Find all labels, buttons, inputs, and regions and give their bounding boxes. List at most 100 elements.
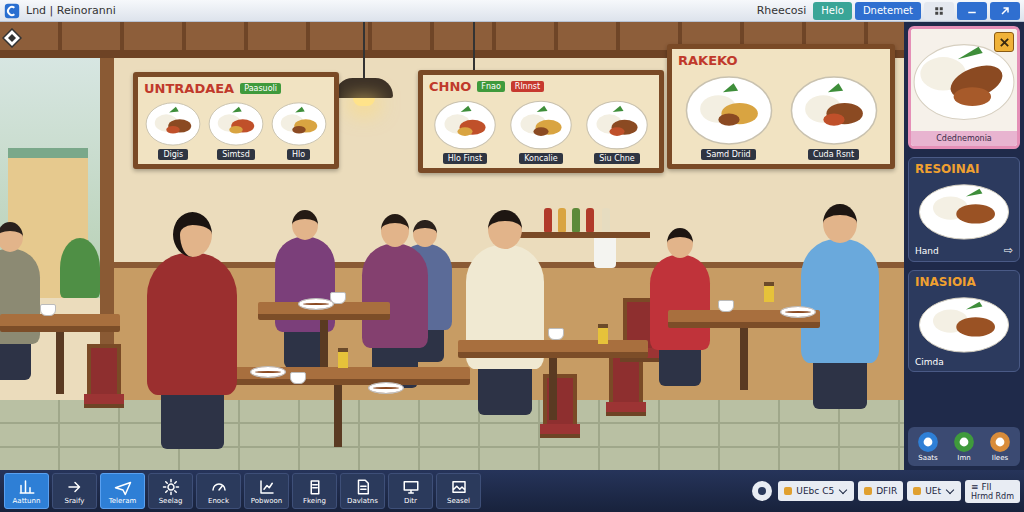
menu-tag: Fnao (477, 81, 504, 92)
tool-icon (114, 478, 132, 496)
tool-label: Teleram (109, 497, 137, 505)
menu-dish[interactable]: Samd Driid (683, 71, 775, 160)
tool-icon (18, 478, 36, 496)
tool-button[interactable]: Seelag (148, 473, 193, 509)
featured-caption: Cdednemonia (911, 131, 1017, 146)
action-button[interactable]: Ilees (989, 431, 1011, 462)
chair (84, 344, 124, 408)
menu-dish[interactable]: Simtsd (207, 99, 265, 160)
tool-button[interactable]: Pobwoon (244, 473, 289, 509)
dish-icon (914, 179, 1014, 241)
dish-card-caption: Hand (915, 246, 939, 256)
dish-icon (683, 71, 775, 147)
diner[interactable] (801, 204, 879, 409)
dish-card[interactable]: RESOINAI Hand ⇨ (908, 157, 1020, 262)
status-label: UEbc C5 (796, 486, 834, 496)
side-panel: Cdednemonia RESOINAI Hand ⇨ INASIOIA Cimda Saa… (904, 22, 1024, 470)
table-item (338, 348, 348, 368)
top-button[interactable]: Dnetemet (855, 2, 921, 20)
tool-label: Sraify (64, 497, 84, 505)
floor (0, 400, 904, 470)
tool-button[interactable]: Davlatns (340, 473, 385, 509)
action-icon (917, 431, 939, 453)
dish-caption: Koncalie (519, 153, 562, 164)
menu-dish[interactable]: Hlo Finst (432, 97, 498, 164)
table[interactable] (205, 367, 470, 447)
tool-button[interactable]: Fkeing (292, 473, 337, 509)
action-button[interactable]: Imn (953, 431, 975, 462)
featured-card[interactable]: Cdednemonia (908, 26, 1020, 149)
tool-label: Aattunn (13, 497, 41, 505)
tool-label: Fkeing (303, 497, 326, 505)
menu-dish[interactable]: Cuda Rsnt (788, 71, 880, 160)
towel (594, 238, 616, 268)
dish-caption: Samd Driid (701, 149, 755, 160)
diner[interactable] (650, 228, 710, 386)
dish-card-title: INASIOIA (915, 275, 1013, 289)
tool-button[interactable]: Aattunn (4, 473, 49, 509)
tool-button[interactable]: Sraify (52, 473, 97, 509)
status-item[interactable]: ≡ FllHrmd Rdm (965, 480, 1020, 503)
menu-board[interactable]: RAKEKOSamd DriidCuda Rsnt (667, 44, 895, 169)
action-label: Imn (957, 454, 970, 462)
table[interactable] (458, 340, 648, 420)
table-item (40, 304, 56, 316)
menu-dish[interactable]: Digis (144, 99, 202, 160)
chair (540, 374, 580, 438)
dish-icon (207, 99, 265, 147)
dish-card-title: RESOINAI (915, 162, 1013, 176)
action-label: Ilees (992, 454, 1008, 462)
settings-icon[interactable] (750, 479, 774, 503)
grid-icon (933, 5, 945, 17)
table[interactable] (668, 310, 820, 390)
close-icon (999, 37, 1010, 48)
menu-dish[interactable]: Hlo (270, 99, 328, 160)
tool-label: Davlatns (347, 497, 378, 505)
table-item (548, 328, 564, 340)
dish-icon (144, 99, 202, 147)
minimize-button[interactable] (957, 2, 987, 20)
grid-button[interactable] (924, 2, 954, 20)
dish-card-action[interactable]: ⇨ (1004, 244, 1013, 257)
status-item[interactable]: DFIR (858, 481, 903, 501)
menu-dish[interactable]: Koncalie (508, 97, 574, 164)
status-sub: Hrmd Rdm (971, 492, 1014, 501)
top-button[interactable]: Helo (813, 2, 852, 20)
restaurant-scene[interactable]: UNTRADAEAPaasuoliDigisSimtsdHloCHNOFnaoR… (0, 22, 904, 470)
menu-board[interactable]: UNTRADAEAPaasuoliDigisSimtsdHlo (133, 72, 339, 169)
tool-button[interactable]: Enock (196, 473, 241, 509)
action-row: Saats Imn Ilees (908, 427, 1020, 466)
menu-dish[interactable]: Siu Chne (584, 97, 650, 164)
tool-label: Seasel (447, 497, 470, 505)
action-button[interactable]: Saats (917, 431, 939, 462)
minimize-icon (966, 5, 978, 17)
menu-board[interactable]: CHNOFnaoRlnnstHlo FinstKoncalieSiu Chne (418, 70, 664, 173)
status-label: DFIR (876, 486, 897, 496)
diner[interactable] (147, 212, 237, 449)
dish-card[interactable]: INASIOIA Cimda (908, 270, 1020, 372)
diner[interactable] (0, 222, 40, 380)
title-bar: Lnd | ReinoranniRheecosiHeloDnetemet (0, 0, 1024, 22)
tool-button[interactable]: Teleram (100, 473, 145, 509)
diner[interactable] (466, 210, 544, 415)
status-item[interactable]: UEt (907, 481, 961, 501)
tool-label: Ditr (404, 497, 417, 505)
close-button[interactable] (994, 32, 1014, 52)
tool-icon (258, 478, 276, 496)
bottom-toolbar: Aattunn Sraify Teleram SeelagEnockPobwoon Fk… (0, 470, 1024, 512)
dish-icon (914, 292, 1014, 354)
dish-card-caption: Cimda (915, 357, 944, 367)
tool-button[interactable]: Ditr (388, 473, 433, 509)
tool-icon (210, 478, 228, 496)
expand-button[interactable] (990, 2, 1020, 20)
plant (60, 238, 100, 298)
status-item[interactable]: UEbc C5 (778, 481, 854, 501)
dish-icon (270, 99, 328, 147)
tool-button[interactable]: Seasel (436, 473, 481, 509)
tool-icon (450, 478, 468, 496)
dish-icon (584, 97, 650, 151)
chevron-icon (946, 485, 954, 493)
diamond-icon[interactable] (2, 28, 22, 48)
table[interactable] (0, 314, 120, 394)
menu-tag: Paasuoli (240, 83, 281, 94)
